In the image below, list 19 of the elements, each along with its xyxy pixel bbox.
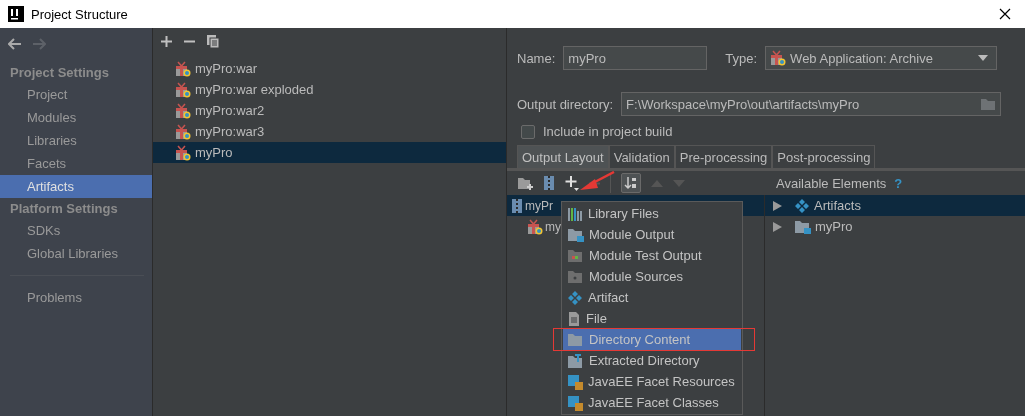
section-header: Project Settings — [9, 64, 110, 82]
artifact-label: myPro:war exploded — [195, 82, 314, 97]
include-label: Include in project build — [543, 124, 673, 139]
type-value: Web Application: Archive — [790, 50, 933, 66]
tree-label: myPro — [815, 219, 853, 234]
artifact-label: myPro:war — [195, 61, 258, 76]
tree-label: my — [545, 219, 561, 234]
artifact-label: myPro:war3 — [195, 124, 265, 139]
artifact-label: myPro:war2 — [195, 103, 265, 118]
tree-label: Artifacts — [814, 198, 861, 213]
artifact-label: myPro — [195, 145, 233, 160]
output-directory-label: Output directory: — [517, 96, 614, 112]
tree-label: myPr — [525, 198, 553, 213]
section-header: Platform Settings — [9, 200, 119, 218]
type-label: Type: — [725, 50, 758, 66]
available-elements-title: Available Elements — [776, 175, 887, 191]
name-label: Name: — [517, 50, 556, 66]
window-title: Project Structure — [31, 6, 128, 22]
output-directory-value: F:\Workspace\myPro\out\artifacts\myPro — [626, 96, 860, 112]
